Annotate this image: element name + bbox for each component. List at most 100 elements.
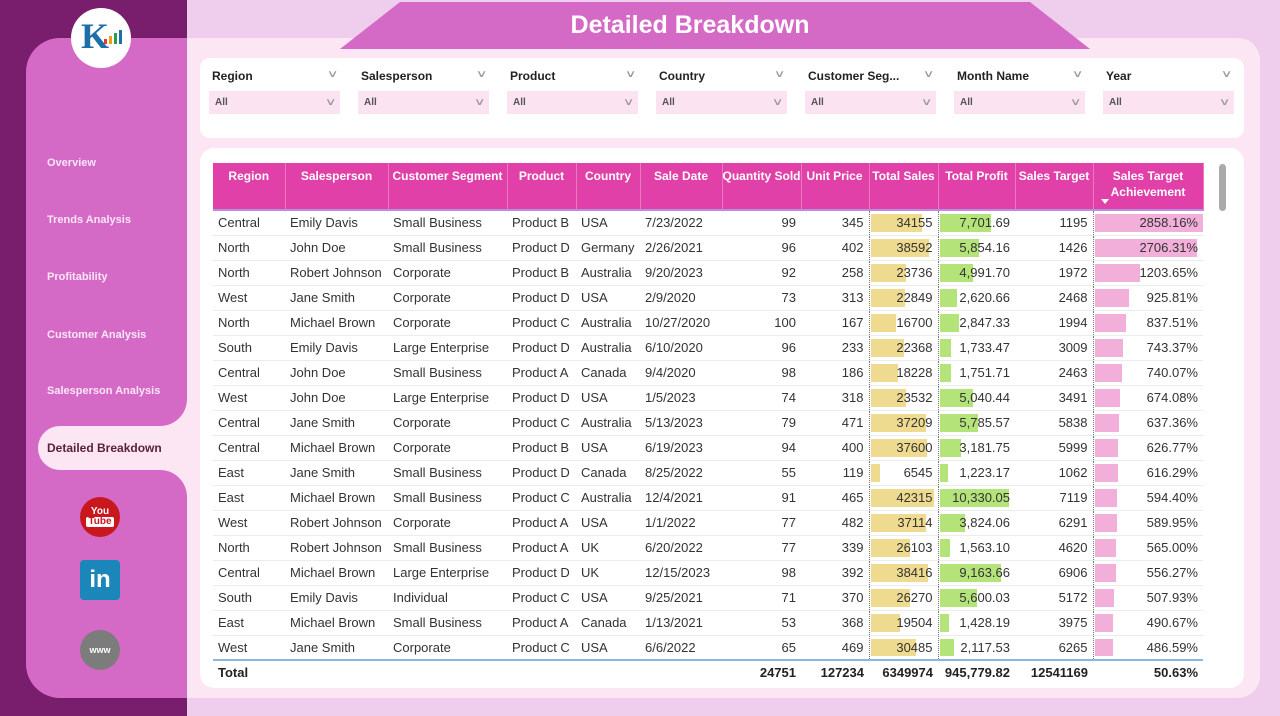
chevron-down-icon[interactable]: ∨ xyxy=(326,69,338,87)
filter-label: Country ∨ xyxy=(656,67,787,87)
table-row[interactable]: Central Jane Smith Corporate Product C Austr… xyxy=(213,410,1203,436)
table-row[interactable]: South Emily Davis Large Enterprise Product … xyxy=(213,335,1203,361)
filter-label-text: Month Name xyxy=(957,69,1029,83)
filter-value: All xyxy=(215,97,228,108)
filter-salesperson[interactable]: Salesperson ∨ All ∨ xyxy=(358,67,489,114)
filter-dropdown[interactable]: All ∨ xyxy=(507,91,638,114)
cell-value: 616.29% xyxy=(1146,465,1198,480)
nav-trends-analysis[interactable]: Trends Analysis xyxy=(47,214,131,226)
table-row[interactable]: West Jane Smith Corporate Product D USA 2/9/2… xyxy=(213,285,1203,311)
column-header-sales-target-achievement[interactable]: Sales Target Achievement xyxy=(1093,163,1204,210)
filter-dropdown[interactable]: All ∨ xyxy=(1103,91,1234,114)
profit-data-bar xyxy=(939,613,950,632)
chevron-down-icon[interactable]: ∨ xyxy=(624,69,636,87)
table-cell: 18228 xyxy=(868,360,938,386)
column-header-product[interactable]: Product xyxy=(507,163,577,210)
column-header-quantity-sold[interactable]: Quantity Sold xyxy=(722,163,802,210)
cell-value: 7,701.69 xyxy=(959,215,1010,231)
chevron-down-icon[interactable]: ∨ xyxy=(1220,69,1232,87)
table-cell: 26103 xyxy=(868,535,938,561)
column-header-region[interactable]: Region xyxy=(213,163,286,210)
column-header-unit-price[interactable]: Unit Price xyxy=(801,163,870,210)
table-row[interactable]: West Jane Smith Corporate Product C USA 6/6/2… xyxy=(213,635,1203,661)
table-row[interactable]: North Michael Brown Corporate Product C Aust… xyxy=(213,310,1203,336)
cell-value: 5,785.57 xyxy=(959,415,1010,430)
filter-month-name[interactable]: Month Name ∨ All ∨ xyxy=(954,67,1085,114)
filter-dropdown[interactable]: All ∨ xyxy=(954,91,1085,114)
nav-customer-analysis[interactable]: Customer Analysis xyxy=(47,329,146,341)
chevron-down-icon[interactable]: ∨ xyxy=(475,69,487,87)
table-row[interactable]: West Robert Johnson Corporate Product A USA 1… xyxy=(213,510,1203,536)
table-cell: 1994 xyxy=(1015,310,1093,336)
table-row[interactable]: South Emily Davis Individual Product C USA 9/… xyxy=(213,585,1203,611)
column-header-total-sales[interactable]: Total Sales xyxy=(869,163,939,210)
nav-overview[interactable]: Overview xyxy=(47,157,96,169)
table-cell: Product B xyxy=(507,210,576,236)
nav-profitability[interactable]: Profitability xyxy=(47,271,108,283)
table-cell: Product A xyxy=(507,535,576,561)
table-cell: 507.93% xyxy=(1092,585,1203,611)
chevron-down-icon[interactable]: ∨ xyxy=(1071,69,1083,87)
table-cell: 5,600.03 xyxy=(937,585,1015,611)
table-cell: Product B xyxy=(507,260,576,286)
column-header-salesperson[interactable]: Salesperson xyxy=(285,163,389,210)
table-scrollbar[interactable] xyxy=(1219,164,1226,211)
table-row[interactable]: East Jane Smith Small Business Product D Can… xyxy=(213,460,1203,486)
filter-dropdown[interactable]: All ∨ xyxy=(656,91,787,114)
table-row[interactable]: West John Doe Large Enterprise Product D USA… xyxy=(213,385,1203,411)
cell-value: 23736 xyxy=(896,265,933,280)
table-row[interactable]: Central John Doe Small Business Product A Ca… xyxy=(213,360,1203,386)
column-header-sales-target[interactable]: Sales Target xyxy=(1015,163,1094,210)
cell-value: 2858.16% xyxy=(1139,215,1198,231)
table-row[interactable]: East Michael Brown Small Business Product C… xyxy=(213,485,1203,511)
chevron-down-icon[interactable]: ∨ xyxy=(922,69,934,87)
table-cell: 616.29% xyxy=(1092,460,1203,486)
filter-product[interactable]: Product ∨ All ∨ xyxy=(507,67,638,114)
table-cell: 490.67% xyxy=(1092,610,1203,636)
table-row[interactable]: Central Emily Davis Small Business Product … xyxy=(213,210,1203,236)
filter-dropdown[interactable]: All ∨ xyxy=(358,91,489,114)
table-row[interactable]: Central Michael Brown Corporate Product B US… xyxy=(213,435,1203,461)
table-cell: Emily Davis xyxy=(285,585,388,611)
filter-customer-seg[interactable]: Customer Seg... ∨ All ∨ xyxy=(805,67,936,114)
table-row[interactable]: North Robert Johnson Small Business Product… xyxy=(213,535,1203,561)
table-row[interactable]: East Michael Brown Small Business Product A… xyxy=(213,610,1203,636)
filter-year[interactable]: Year ∨ All ∨ xyxy=(1103,67,1234,114)
youtube-icon[interactable]: You Tube xyxy=(80,497,120,537)
logo-bars-icon xyxy=(104,30,122,44)
column-header-country[interactable]: Country xyxy=(576,163,641,210)
table-cell: Australia xyxy=(576,310,640,336)
table-cell: 3975 xyxy=(1015,610,1093,636)
table-cell: 5999 xyxy=(1015,435,1093,461)
table-cell: Central xyxy=(213,435,285,461)
linkedin-icon[interactable]: in xyxy=(80,560,120,600)
table-row[interactable]: North John Doe Small Business Product D Germ… xyxy=(213,235,1203,261)
column-header-customer-segment[interactable]: Customer Segment xyxy=(388,163,508,210)
filter-country[interactable]: Country ∨ All ∨ xyxy=(656,67,787,114)
table-row[interactable]: Central Michael Brown Large Enterprise Prod… xyxy=(213,560,1203,586)
table-row[interactable]: North Robert Johnson Corporate Product B Aus… xyxy=(213,260,1203,286)
column-header-sale-date[interactable]: Sale Date xyxy=(640,163,723,210)
page-title: Detailed Breakdown xyxy=(570,11,810,39)
chevron-down-icon[interactable]: ∨ xyxy=(773,69,785,87)
table-cell: 77 xyxy=(722,510,801,536)
sort-desc-icon[interactable] xyxy=(1101,199,1109,204)
filter-dropdown[interactable]: All ∨ xyxy=(209,91,340,114)
globe-icon[interactable]: www xyxy=(80,630,120,670)
table-cell: 26270 xyxy=(868,585,938,611)
filter-region[interactable]: Region ∨ All ∨ xyxy=(209,67,340,114)
table-cell: West xyxy=(213,510,285,536)
cell-value: 23532 xyxy=(896,390,933,405)
nav-salesperson-analysis[interactable]: Salesperson Analysis xyxy=(47,385,160,397)
table-cell: Emily Davis xyxy=(285,335,388,361)
cell-value: 637.36% xyxy=(1146,415,1198,430)
filter-dropdown[interactable]: All ∨ xyxy=(805,91,936,114)
table-cell: 186 xyxy=(801,360,869,386)
table-cell: North xyxy=(213,535,285,561)
column-header-total-profit[interactable]: Total Profit xyxy=(938,163,1016,210)
table-cell: Corporate xyxy=(388,260,507,286)
nav-detailed-breakdown-label[interactable]: Detailed Breakdown xyxy=(47,441,162,455)
table-cell: 1/13/2021 xyxy=(640,610,722,636)
table-cell: West xyxy=(213,635,285,661)
table-cell: Canada xyxy=(576,360,640,386)
